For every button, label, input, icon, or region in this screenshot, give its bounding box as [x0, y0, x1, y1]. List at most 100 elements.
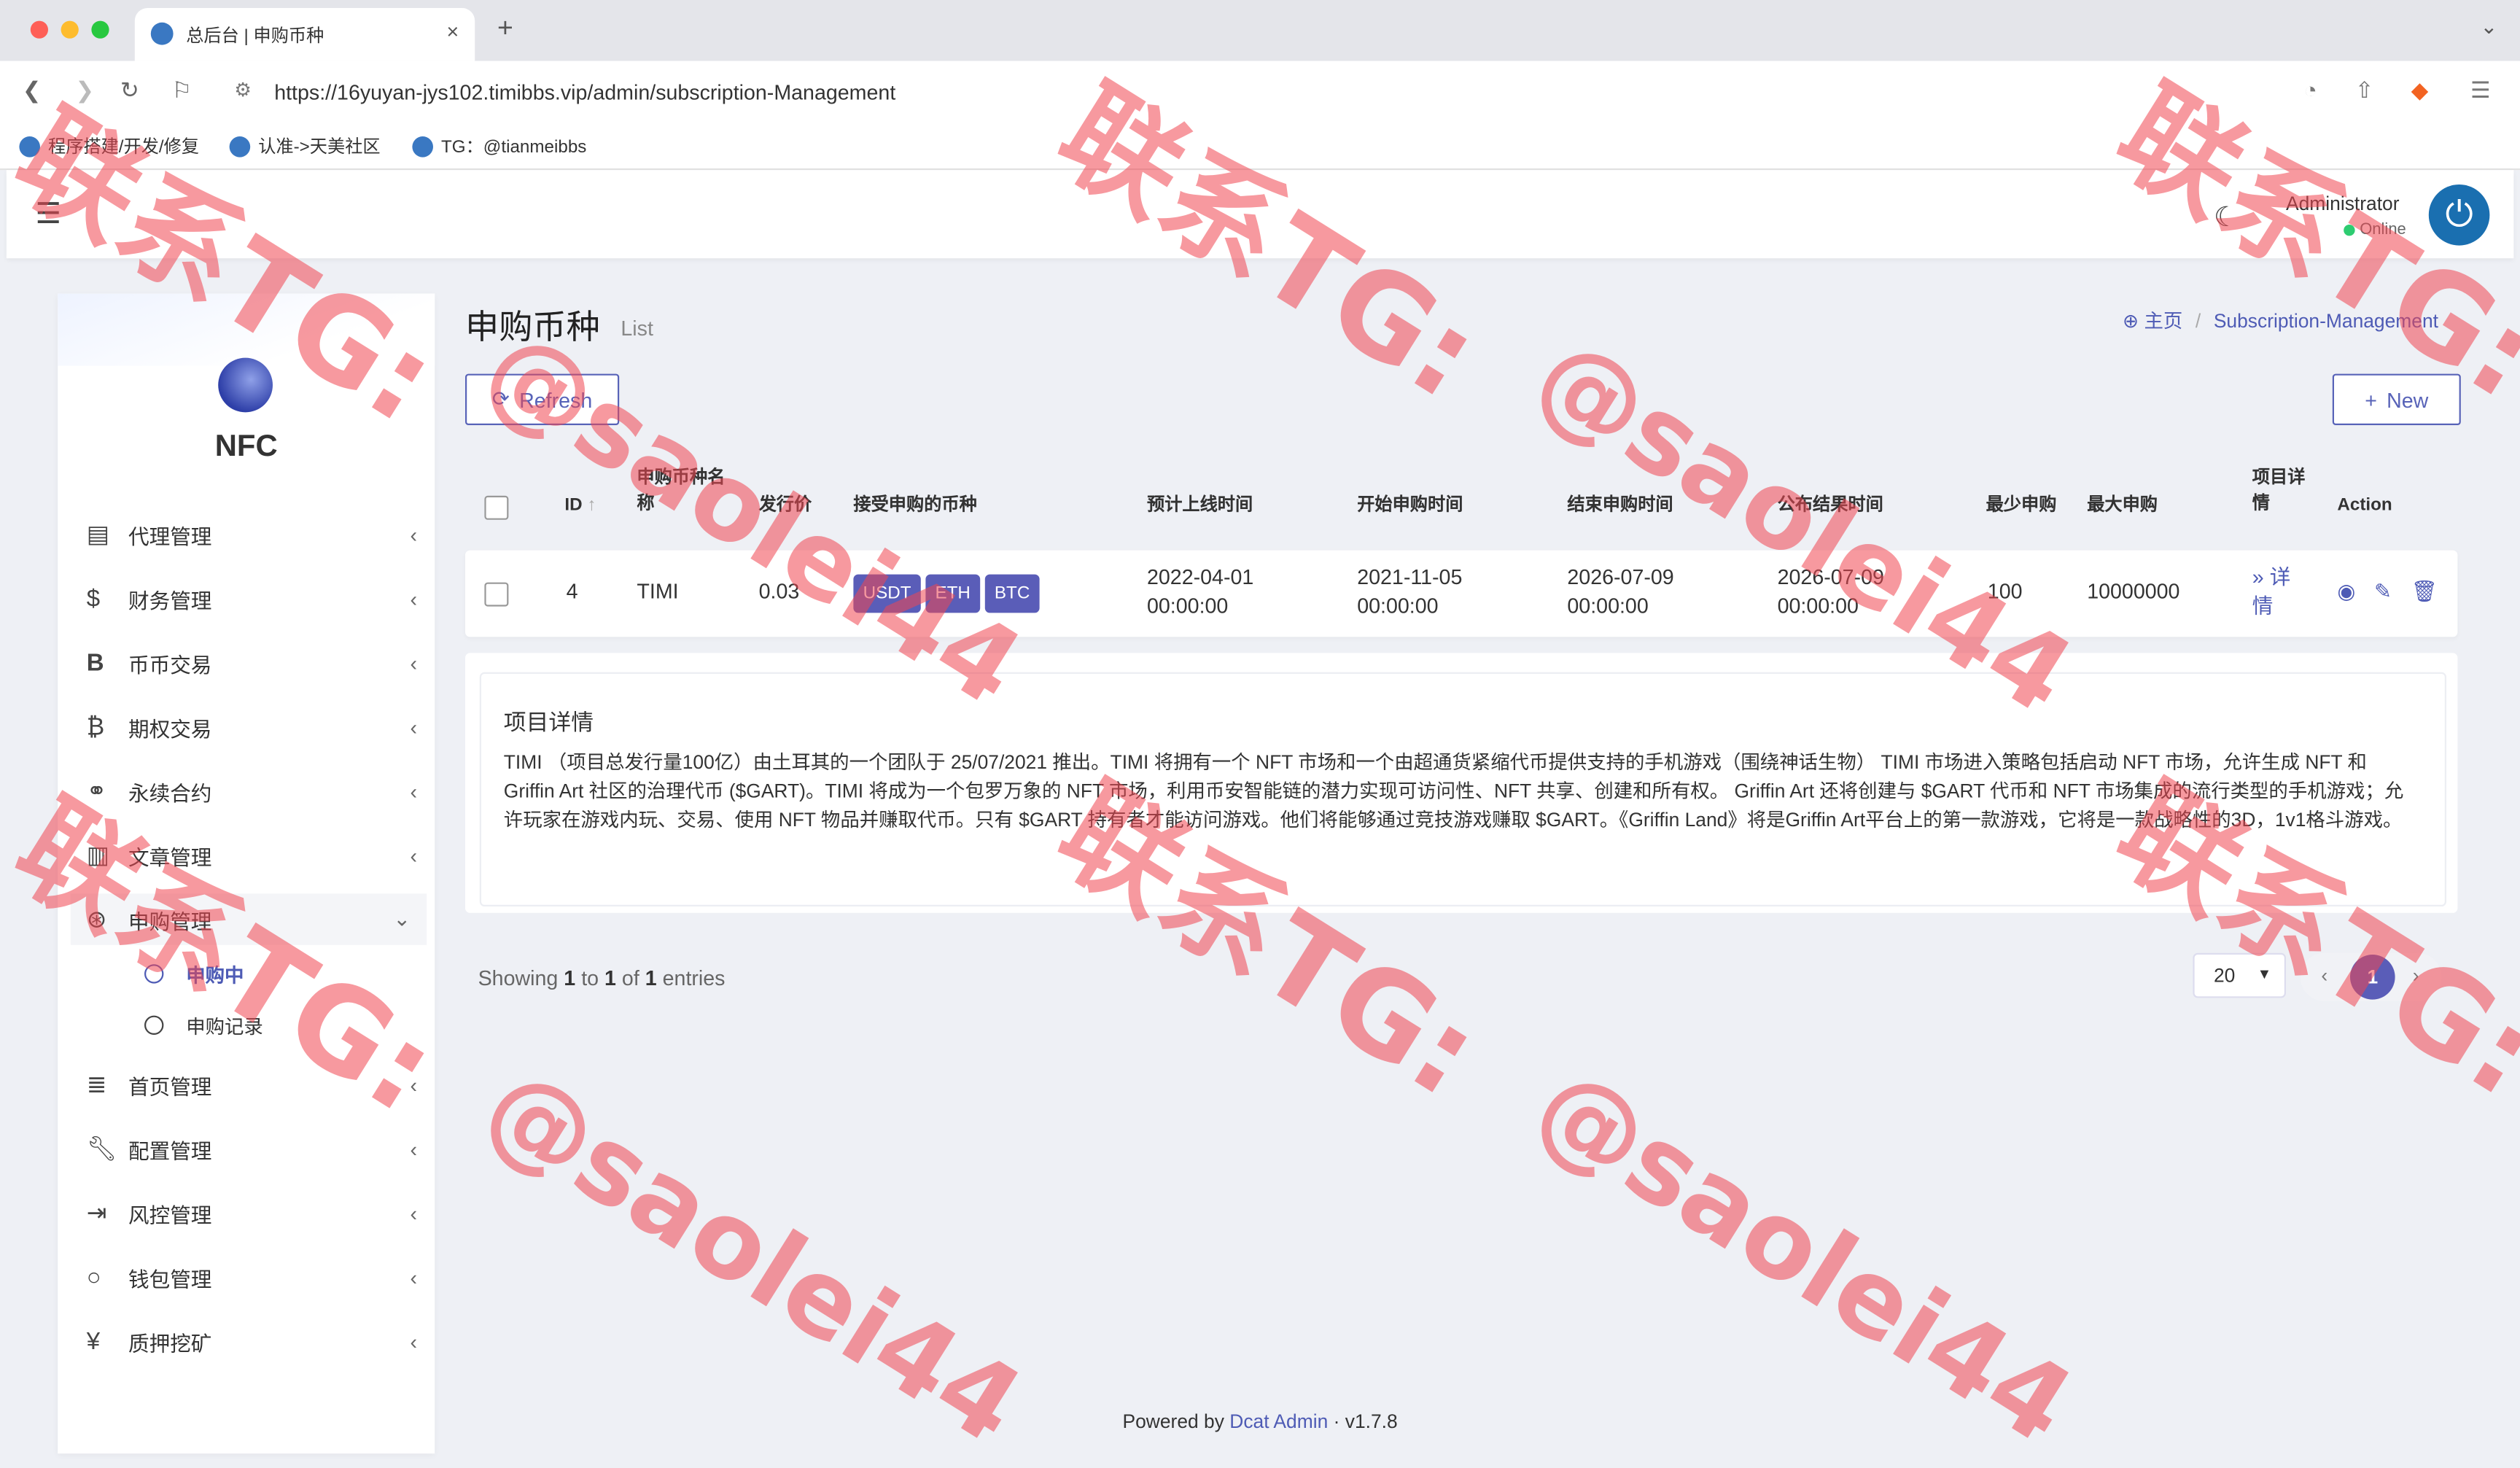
detail-toggle-link[interactable]: » 详情 [2252, 563, 2310, 621]
col-accepted-coins: 接受申购的币种 [853, 495, 977, 516]
sidebar-item-subscription[interactable]: ⊛ 申购管理 ⌄ [70, 893, 427, 945]
circle-icon [144, 1015, 164, 1035]
sidebar-item-label: 财务管理 [128, 588, 212, 613]
coin-tag: ETH [925, 574, 981, 613]
col-result-time: 公布结果时间 [1777, 495, 1883, 516]
pagination-info: Showing 1 to 1 of 1 entries [478, 966, 726, 990]
sidebar-subitem-subscribing[interactable]: 申购中 [144, 952, 433, 997]
watermark: @saolei44 [1514, 1043, 2093, 1468]
project-detail-box: 项目详情 TIMI （项目总发行量100亿）由土耳其的一个团队于 25/07/2… [479, 672, 2446, 906]
bookmark-item[interactable]: TG：@tianmeibbs [412, 133, 586, 159]
tab-title: 总后台 | 申购币种 [186, 27, 324, 47]
b-icon: B [86, 648, 104, 677]
col-detail: 项目详情 [2252, 468, 2306, 513]
sidebar-item-agent[interactable]: ▤ 代理管理 ‹ [87, 508, 443, 559]
showing-to: 1 [604, 966, 616, 990]
breadcrumb-home[interactable]: ⊕ 主页 [2123, 306, 2182, 333]
favicon-icon [412, 135, 433, 157]
edit-icon[interactable]: ✎ [2374, 579, 2392, 605]
plus-icon: + [2365, 387, 2377, 412]
bookmark-item[interactable]: 程序搭建/开发/修复 [19, 133, 199, 159]
bookmark-icon[interactable]: ⚐ [171, 77, 192, 104]
site-settings-icon[interactable]: ⚙ [234, 79, 252, 101]
id-card-icon: ▤ [86, 521, 110, 549]
select-all-checkbox[interactable] [484, 495, 509, 520]
sidebar-item-label: 文章管理 [128, 844, 212, 869]
current-page-button[interactable]: 1 [2350, 955, 2395, 1000]
sidebar-item-perpetual[interactable]: ⚭ 永续合约 ‹ [87, 765, 443, 816]
footer-link[interactable]: Dcat Admin [1229, 1410, 1328, 1433]
logo-icon [218, 357, 273, 413]
col-name: 申购币种名称 [637, 468, 726, 513]
bookmark-item[interactable]: 认准->天美社区 [229, 133, 381, 159]
menu-icon[interactable]: ☰ [2470, 77, 2491, 104]
cell-id: 4 [566, 579, 578, 604]
bookmark-label: 程序搭建/开发/修复 [48, 138, 200, 158]
delete-icon[interactable]: 🗑︎ [2411, 579, 2438, 605]
browser-tab[interactable]: 总后台 | 申购币种 × [134, 8, 475, 61]
page-size-select[interactable]: 20 ▼ [2193, 952, 2286, 998]
sort-icon[interactable]: ↑ [587, 496, 596, 515]
close-window-button[interactable] [30, 20, 48, 39]
menu-toggle-icon[interactable]: ☰ [35, 198, 61, 231]
page-title: 申购币种 [465, 309, 600, 347]
sidebar-item-wallet[interactable]: ○ 钱包管理 ‹ [87, 1251, 443, 1302]
refresh-button[interactable]: ⟳ Refresh [465, 373, 620, 425]
dollar-icon: $ [86, 584, 101, 613]
footer-version: · v1.7.8 [1333, 1410, 1398, 1433]
bitcoin-icon: ₿ [86, 712, 105, 741]
refresh-label: Refresh [519, 387, 593, 412]
sidebar-item-label: 期权交易 [128, 716, 212, 741]
url-field[interactable]: https://16yuyan-jys102.timibbs.vip/admin… [274, 80, 895, 104]
sidebar-item-options[interactable]: ₿ 期权交易 ‹ [87, 701, 443, 752]
chevron-left-icon: ‹ [410, 1265, 417, 1289]
favicon-icon [229, 135, 251, 157]
detail-body: TIMI （项目总发行量100亿）由土耳其的一个团队于 25/07/2021 推… [503, 750, 2404, 831]
cast-icon[interactable]: ◔ [2303, 77, 2317, 103]
minimize-window-button[interactable] [61, 20, 79, 39]
sidebar-subitem-label: 申购记录 [186, 1014, 263, 1038]
new-button[interactable]: + New [2332, 373, 2461, 425]
sidebar-item-homepage[interactable]: ≣ 首页管理 ‹ [87, 1059, 443, 1110]
reload-icon[interactable]: ↻ [120, 77, 139, 104]
showing-to-word: to [581, 966, 599, 990]
sidebar-item-config[interactable]: 🔧︎ 配置管理 ‹ [87, 1123, 443, 1174]
chevron-left-icon: ‹ [410, 715, 417, 739]
sidebar-item-finance[interactable]: $ 财务管理 ‹ [87, 572, 443, 624]
next-page-button[interactable]: › [2413, 964, 2419, 987]
sidebar-item-staking[interactable]: ¥ 质押挖矿 ‹ [87, 1316, 443, 1367]
row-checkbox[interactable] [484, 582, 509, 607]
sidebar-item-risk[interactable]: ⇥ 风控管理 ‹ [87, 1187, 443, 1238]
sidebar-item-label: 首页管理 [128, 1073, 212, 1098]
table-header: ID ↑ 申购币种名称 发行价 接受申购的币种 预计上线时间 开始申购时间 结束… [465, 452, 2457, 535]
forward-icon[interactable]: ❯ [75, 77, 94, 104]
breadcrumb-current: Subscription-Management [2213, 308, 2438, 332]
new-label: New [2387, 387, 2429, 412]
new-tab-button[interactable]: + [497, 13, 513, 45]
chevron-left-icon: ‹ [410, 522, 417, 547]
prev-page-button[interactable]: ‹ [2321, 964, 2328, 987]
brave-shield-icon[interactable]: ◆ [2411, 77, 2429, 104]
wrench-icon: 🔧︎ [86, 1135, 117, 1163]
share-icon[interactable]: ⇧ [2355, 77, 2374, 104]
favicon-icon [19, 135, 40, 157]
sidebar: NFC ▤ 代理管理 ‹ $ 财务管理 ‹ B 币币交易 ‹ ₿ 期权交易 ‹ … [58, 293, 435, 1454]
sidebar-subitem-records[interactable]: 申购记录 [144, 1003, 433, 1048]
view-icon[interactable]: ◉ [2337, 579, 2355, 605]
online-status: Online [2344, 222, 2406, 239]
breadcrumb: ⊕ 主页 / Subscription-Management [2123, 306, 2438, 333]
maximize-window-button[interactable] [91, 20, 109, 39]
sidebar-item-articles[interactable]: ▥ 文章管理 ‹ [87, 829, 443, 880]
col-id[interactable]: ID ↑ [564, 492, 596, 518]
admin-name[interactable]: Administrator [2286, 193, 2400, 215]
dark-mode-icon[interactable]: ☾ [2214, 202, 2239, 234]
logo-text: NFC [214, 430, 278, 464]
tab-list-chevron-icon[interactable]: ⌄ [2480, 15, 2497, 40]
online-status-label: Online [2360, 221, 2406, 239]
sidebar-item-spot[interactable]: B 币币交易 ‹ [87, 637, 443, 688]
tab-close-button[interactable]: × [446, 19, 459, 43]
back-icon[interactable]: ❮ [23, 77, 42, 104]
coin-tag: USDT [853, 574, 921, 613]
avatar[interactable]: ⏻ [2428, 185, 2490, 246]
cell-min: 100 [1987, 579, 2023, 604]
